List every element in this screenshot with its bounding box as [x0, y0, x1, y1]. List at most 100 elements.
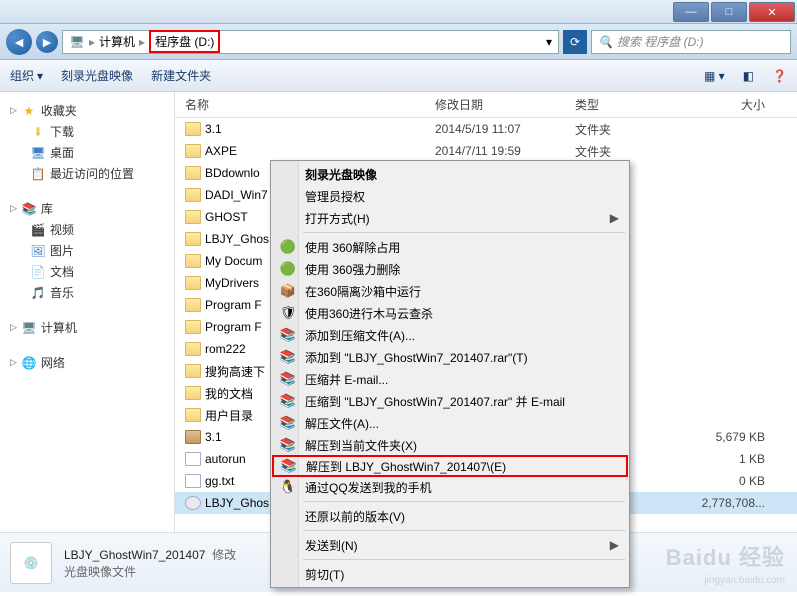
breadcrumb-drive[interactable]: 程序盘 (D:): [149, 30, 220, 53]
qq-icon: 🐧: [279, 478, 297, 496]
file-row[interactable]: 3.12014/5/19 11:07文件夹: [175, 118, 797, 140]
rar-icon: [185, 430, 201, 444]
nav-music[interactable]: 🎵音乐: [4, 282, 170, 303]
nav-desktop[interactable]: 🖥桌面: [4, 142, 170, 163]
search-input[interactable]: 🔍 搜索 程序盘 (D:): [591, 30, 791, 54]
folder-icon: [185, 276, 201, 290]
maximize-button[interactable]: □: [711, 2, 747, 22]
picture-icon: 🖼: [30, 243, 46, 259]
menu-item[interactable]: 🛡 使用360进行木马云查杀: [273, 302, 627, 324]
menu-item[interactable]: 打开方式(H)▶: [273, 207, 627, 229]
nav-recent[interactable]: 📋最近访问的位置: [4, 163, 170, 184]
file-name: MyDrivers: [205, 276, 259, 290]
file-name: Program F: [205, 320, 262, 334]
organize-button[interactable]: 组织▾: [10, 67, 43, 84]
view-options-button[interactable]: ▦ ▾: [704, 69, 725, 83]
file-size: 5,679 KB: [685, 430, 775, 444]
menu-item[interactable]: 📦在360隔离沙箱中运行: [273, 280, 627, 302]
libraries-group[interactable]: ▷ 📚 库: [4, 198, 170, 219]
folder-icon: [185, 254, 201, 268]
menu-item[interactable]: 🐧 通过QQ发送到我的手机: [273, 476, 627, 498]
menu-item-label: 刻录光盘映像: [305, 166, 377, 183]
col-date-header[interactable]: 修改日期: [435, 96, 575, 113]
folder-icon: [185, 364, 201, 378]
menu-item[interactable]: 发送到(N)▶: [273, 534, 627, 556]
breadcrumb-sep-icon: ▸: [89, 35, 95, 49]
library-icon: 📚: [21, 201, 37, 217]
menu-item-label: 添加到压缩文件(A)...: [305, 327, 415, 344]
navigation-tree: ▷ ★ 收藏夹 ⬇下载 🖥桌面 📋最近访问的位置 ▷ 📚 库 🎬视频 🖼图片 📄…: [0, 92, 175, 532]
nav-forward-button[interactable]: ►: [36, 31, 58, 53]
menu-item[interactable]: 🟢使用 360解除占用: [273, 236, 627, 258]
menu-item[interactable]: 剪切(T): [273, 563, 627, 585]
file-row[interactable]: AXPE2014/7/11 19:59文件夹: [175, 140, 797, 162]
nav-back-button[interactable]: ◄: [6, 29, 32, 55]
collapse-icon: ▷: [10, 105, 17, 116]
collapse-icon: ▷: [10, 357, 17, 368]
address-field[interactable]: 🖥 ▸ 计算机 ▸ 程序盘 (D:) ▾: [62, 30, 559, 54]
folder-icon: [185, 342, 201, 356]
preview-pane-button[interactable]: ◧: [743, 69, 754, 83]
address-dropdown-icon[interactable]: ▾: [546, 35, 552, 49]
col-size-header[interactable]: 大小: [685, 96, 775, 113]
iso-icon: [185, 496, 201, 510]
folder-icon: [185, 166, 201, 180]
col-type-header[interactable]: 类型: [575, 96, 685, 113]
nav-documents[interactable]: 📄文档: [4, 261, 170, 282]
network-group[interactable]: ▷ 🌐 网络: [4, 352, 170, 373]
new-folder-button[interactable]: 新建文件夹: [151, 67, 211, 84]
file-name: GHOST: [205, 210, 248, 224]
menu-item[interactable]: 📚压缩并 E-mail...: [273, 368, 627, 390]
details-modified-label: 修改: [212, 548, 236, 562]
nav-pictures[interactable]: 🖼图片: [4, 240, 170, 261]
menu-item[interactable]: 📚添加到压缩文件(A)...: [273, 324, 627, 346]
menu-separator: [303, 232, 625, 233]
burn-image-button[interactable]: 刻录光盘映像: [61, 67, 133, 84]
file-type: 文件夹: [575, 143, 685, 160]
nav-videos[interactable]: 🎬视频: [4, 219, 170, 240]
refresh-button[interactable]: ⟳: [563, 30, 587, 54]
menu-item-label: 管理员授权: [305, 188, 365, 205]
chevron-down-icon: ▾: [37, 69, 43, 83]
folder-icon: [185, 232, 201, 246]
menu-item[interactable]: 📚压缩到 "LBJY_GhostWin7_201407.rar" 并 E-mai…: [273, 390, 627, 412]
menu-item[interactable]: 还原以前的版本(V): [273, 505, 627, 527]
menu-item[interactable]: 📚解压文件(A)...: [273, 412, 627, 434]
folder-icon: [185, 386, 201, 400]
folder-icon: [185, 144, 201, 158]
menu-item-label: 通过QQ发送到我的手机: [305, 479, 432, 496]
network-icon: 🌐: [21, 355, 37, 371]
menu-item-label: 使用360进行木马云查杀: [305, 305, 433, 322]
help-button[interactable]: ❓: [772, 69, 787, 83]
file-size: 2,778,708...: [685, 496, 775, 510]
computer-icon: 🖥: [69, 34, 85, 50]
menu-item-label: 还原以前的版本(V): [305, 508, 405, 525]
toolbar: 组织▾ 刻录光盘映像 新建文件夹 ▦ ▾ ◧ ❓: [0, 60, 797, 92]
menu-item[interactable]: 管理员授权: [273, 185, 627, 207]
close-button[interactable]: ✕: [749, 2, 795, 22]
address-bar: ◄ ► 🖥 ▸ 计算机 ▸ 程序盘 (D:) ▾ ⟳ 🔍 搜索 程序盘 (D:): [0, 24, 797, 60]
star-icon: ★: [21, 103, 37, 119]
file-name: 用户目录: [205, 407, 253, 424]
context-menu: 刻录光盘映像管理员授权打开方式(H)▶ 🟢使用 360解除占用🟢使用 360强力删…: [270, 160, 630, 588]
menu-separator: [303, 530, 625, 531]
folder-icon: [185, 122, 201, 136]
menu-item[interactable]: 📚解压到 LBJY_GhostWin7_201407\(E): [272, 455, 628, 477]
breadcrumb-computer[interactable]: 计算机: [99, 33, 135, 50]
nav-downloads[interactable]: ⬇下载: [4, 121, 170, 142]
rar-icon: 📚: [280, 457, 298, 475]
computer-group[interactable]: ▷ 🖥 计算机: [4, 317, 170, 338]
menu-item[interactable]: 刻录光盘映像: [273, 163, 627, 185]
favorites-group[interactable]: ▷ ★ 收藏夹: [4, 100, 170, 121]
file-name: My Docum: [205, 254, 262, 268]
submenu-arrow-icon: ▶: [610, 211, 619, 225]
rar-icon: 📚: [279, 414, 297, 432]
menu-item[interactable]: 📚添加到 "LBJY_GhostWin7_201407.rar"(T): [273, 346, 627, 368]
file-date: 2014/5/19 11:07: [435, 122, 575, 136]
col-name-header[interactable]: 名称: [175, 96, 435, 113]
box-icon: 📦: [279, 282, 297, 300]
minimize-button[interactable]: —: [673, 2, 709, 22]
shield-icon: 🛡: [279, 304, 297, 322]
menu-item[interactable]: 🟢使用 360强力删除: [273, 258, 627, 280]
menu-item[interactable]: 📚解压到当前文件夹(X): [273, 434, 627, 456]
